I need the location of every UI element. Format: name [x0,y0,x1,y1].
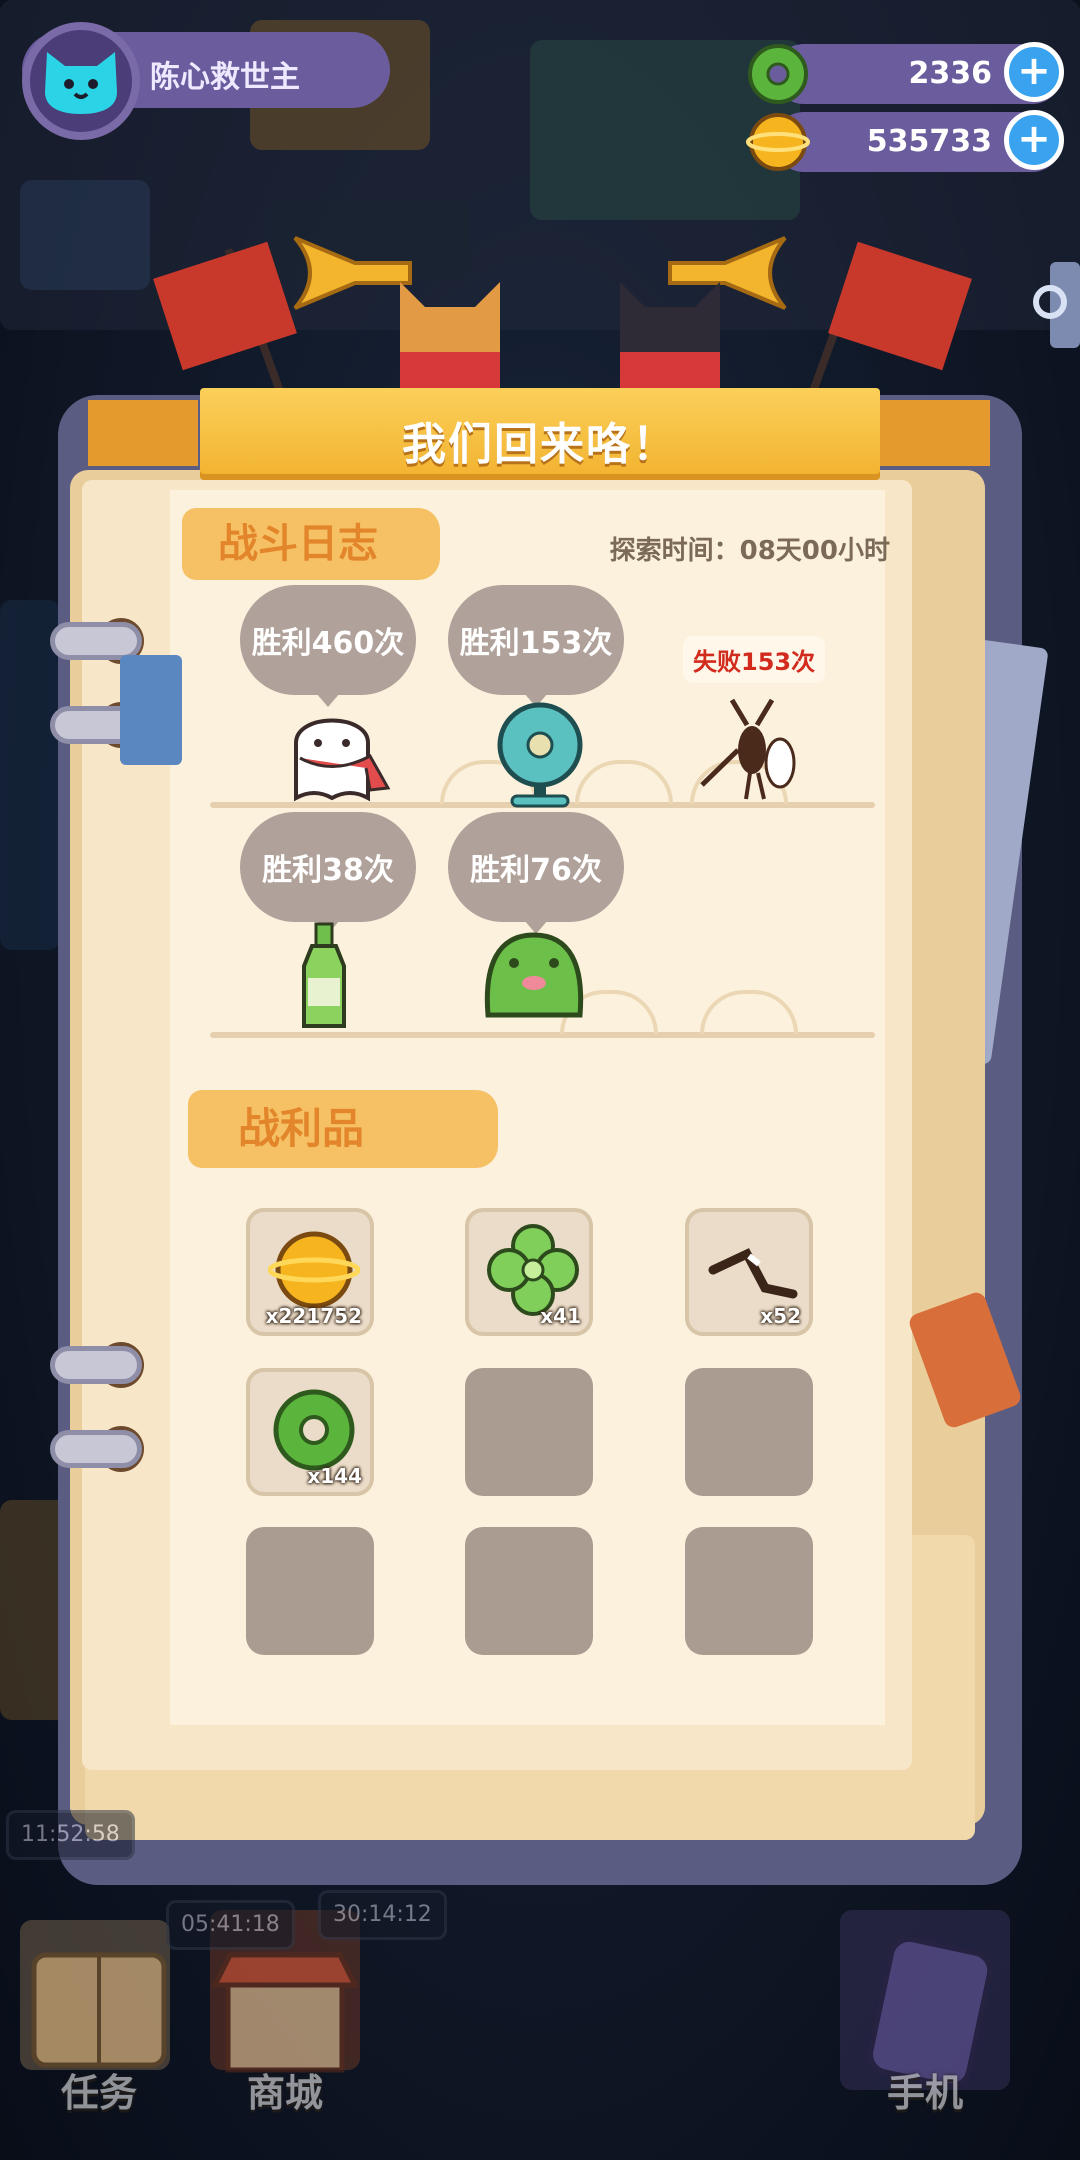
loot-count: x144 [307,1464,362,1488]
phone-button[interactable]: 手机 [840,1935,1010,2115]
loot-slot-empty [465,1368,593,1496]
gold-currency-bar: 535733 + [746,110,1064,172]
banner-tail-right [880,400,990,466]
gold-coin-icon [746,113,810,171]
frog-icon [484,932,584,1018]
loot-slot[interactable]: x41 [465,1208,593,1336]
explore-time: 探索时间：08天00小时 [609,536,890,566]
green-donut-icon [273,1389,355,1471]
timer-badge: 11:52:58 [6,1810,135,1860]
loot-slot-empty [465,1527,593,1655]
battle-result-bubble: 胜利153次 [448,585,624,707]
loot-count: x52 [760,1304,801,1328]
tasks-label: 任务 [60,2071,137,2115]
player-avatar[interactable] [22,22,140,140]
loot-count: x221752 [265,1304,362,1328]
electric-fan-icon [497,702,583,808]
loot-slot[interactable]: x221752 [246,1208,374,1336]
loot-slot-empty [685,1527,813,1655]
loot-slot[interactable]: x52 [685,1208,813,1336]
banner-tail-left [88,400,198,466]
modal-title-banner: 我们回来咯！ [200,388,880,480]
binder-ring [50,1430,142,1468]
phone-label: 手机 [886,2071,963,2115]
tasks-button[interactable]: 任务 [14,1935,184,2115]
shop-button[interactable]: 商城 [200,1935,370,2115]
battle-result-bubble: 胜利76次 [448,812,624,934]
binder-clip-icon [120,655,182,765]
loot-slot-empty [685,1368,813,1496]
loot-count: x41 [540,1304,581,1328]
battle-log-heading: 战斗日志 [182,508,440,580]
mosquito-icon [700,698,796,800]
donut-currency-value: 2336 [908,56,993,91]
loot-slot-empty [246,1527,374,1655]
gold-currency-value: 535733 [866,124,992,159]
clover-icon [487,1224,579,1316]
ghost-with-scarf-icon [294,718,391,802]
battle-result-bubble: 胜利38次 [240,812,416,934]
cat-face-icon [45,52,117,114]
donut-currency-bar: 2336 + [748,42,1064,104]
modal-title: 我们回来咯！ [402,419,678,470]
fox-cat-mascot-icon [400,282,500,392]
battle-result-bubble: 胜利460次 [240,585,416,707]
green-donut-icon [748,44,808,104]
side-scissors-icon[interactable] [1030,262,1080,348]
binder-ring [50,1346,142,1384]
bottle-icon [302,922,346,1028]
loot-slot[interactable]: x144 [246,1368,374,1496]
gold-coin-icon [268,1231,360,1309]
shop-label: 商城 [246,2071,323,2115]
black-cat-mascot-icon [620,282,720,392]
add-gold-button[interactable]: + [1004,110,1064,170]
battle-result-defeat: 失败153次 [683,636,826,683]
mosquito-leg-icon [708,1248,798,1299]
loot-heading: 战利品 [188,1090,498,1168]
player-name: 陈心救世主 [150,60,300,95]
add-donut-button[interactable]: + [1004,42,1064,102]
timer-badge: 30:14:12 [318,1890,447,1940]
